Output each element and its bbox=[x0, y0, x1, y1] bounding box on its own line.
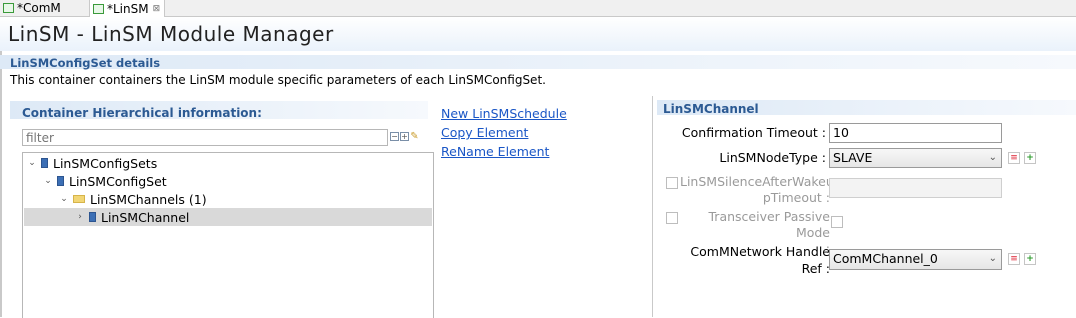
right-panel-heading: LinSMChannel bbox=[663, 102, 759, 116]
copy-element-link[interactable]: Copy Element bbox=[441, 123, 567, 142]
chevron-right-icon[interactable]: › bbox=[75, 212, 85, 222]
silence-after-wakeup-checkbox[interactable] bbox=[666, 177, 678, 189]
list-icon[interactable]: ≡ bbox=[1008, 152, 1020, 164]
chevron-down-icon[interactable]: ⌄ bbox=[59, 194, 69, 204]
confirmation-timeout-label: Confirmation Timeout : bbox=[681, 125, 826, 140]
tree-item-label: LinSMChannels (1) bbox=[90, 191, 207, 207]
tree-toolbar: − + ✎ bbox=[390, 132, 419, 142]
tab-comm[interactable]: *ComM bbox=[0, 0, 88, 16]
section-header-bar bbox=[0, 55, 1076, 69]
comm-network-handle-value: ComMChannel_0 bbox=[833, 251, 938, 266]
transceiver-passive-value-checkbox[interactable] bbox=[831, 216, 843, 228]
close-icon[interactable]: ⊠ bbox=[153, 4, 161, 14]
container-tree: ⌄ LinSMConfigSets ⌄ LinSMConfigSet ⌄ Lin… bbox=[22, 152, 434, 318]
tree-item-linsmconfigsets[interactable]: ⌄ LinSMConfigSets bbox=[27, 154, 157, 172]
tree-item-label: LinSMChannel bbox=[101, 209, 190, 225]
comm-network-handle-select[interactable]: ComMChannel_0 ⌄ bbox=[829, 249, 1002, 270]
node-type-select[interactable]: SLAVE ⌄ bbox=[829, 148, 1002, 168]
node-type-value: SLAVE bbox=[833, 150, 873, 165]
panel-divider bbox=[652, 96, 653, 317]
filter-input[interactable] bbox=[22, 129, 388, 146]
confirmation-timeout-field[interactable]: 10 bbox=[829, 123, 1002, 143]
transceiver-passive-checkbox[interactable] bbox=[666, 212, 678, 224]
container-icon bbox=[57, 176, 64, 186]
rename-element-link[interactable]: ReName Element bbox=[441, 142, 567, 161]
container-icon bbox=[41, 158, 48, 168]
silence-label-line2: pTimeout : bbox=[762, 190, 830, 205]
list-icon[interactable]: ≡ bbox=[1008, 253, 1020, 265]
new-linsmschedule-link[interactable]: New LinSMSchedule bbox=[441, 104, 567, 123]
left-panel-heading: Container Hierarchical information: bbox=[22, 106, 262, 120]
comm-network-handle-label: ComMNetwork Handle Ref : bbox=[680, 243, 830, 277]
page-title: LinSM - LinSM Module Manager bbox=[8, 22, 334, 46]
tree-item-linsmchannels[interactable]: ⌄ LinSMChannels (1) bbox=[59, 190, 207, 208]
tree-item-linsmconfigset[interactable]: ⌄ LinSMConfigSet bbox=[43, 172, 167, 190]
comm-label-line1: ComMNetwork Handle bbox=[690, 244, 830, 259]
module-icon bbox=[3, 3, 14, 13]
section-description: This container containers the LinSM modu… bbox=[10, 73, 546, 87]
expand-all-icon[interactable]: + bbox=[400, 132, 409, 141]
section-heading: LinSMConfigSet details bbox=[10, 56, 161, 70]
add-icon[interactable]: + bbox=[1024, 152, 1036, 164]
chevron-down-icon: ⌄ bbox=[988, 253, 997, 264]
chevron-down-icon: ⌄ bbox=[988, 152, 997, 163]
module-icon bbox=[93, 3, 104, 14]
chevron-down-icon[interactable]: ⌄ bbox=[43, 176, 53, 186]
container-icon bbox=[89, 212, 96, 222]
editor-tab-bar: *ComM *LinSM ⊠ bbox=[0, 0, 1076, 17]
tree-item-label: LinSMConfigSets bbox=[53, 155, 158, 171]
tab-label: *LinSM bbox=[107, 1, 149, 16]
silence-label-line1: LinSMSilenceAfterWakeu bbox=[680, 174, 834, 189]
edit-icon[interactable]: ✎ bbox=[410, 132, 419, 142]
folder-icon bbox=[73, 195, 85, 203]
add-icon[interactable]: + bbox=[1024, 253, 1036, 265]
transceiver-label-line1: Transceiver Passive Mode bbox=[708, 209, 831, 240]
tab-linsm[interactable]: *LinSM ⊠ bbox=[89, 0, 165, 17]
collapse-all-icon[interactable]: − bbox=[390, 132, 399, 141]
action-links: New LinSMSchedule Copy Element ReName El… bbox=[441, 104, 567, 161]
tree-item-linsmchannel[interactable]: › LinSMChannel bbox=[75, 208, 189, 226]
tab-label: *ComM bbox=[17, 1, 61, 15]
chevron-down-icon[interactable]: ⌄ bbox=[27, 158, 37, 168]
silence-after-wakeup-label: LinSMSilenceAfterWakeu pTimeout : bbox=[680, 174, 834, 206]
tree-item-label: LinSMConfigSet bbox=[69, 173, 167, 189]
silence-after-wakeup-field bbox=[829, 178, 1002, 198]
comm-label-line2: Ref : bbox=[801, 261, 830, 276]
node-type-label: LinSMNodeType : bbox=[719, 150, 826, 165]
